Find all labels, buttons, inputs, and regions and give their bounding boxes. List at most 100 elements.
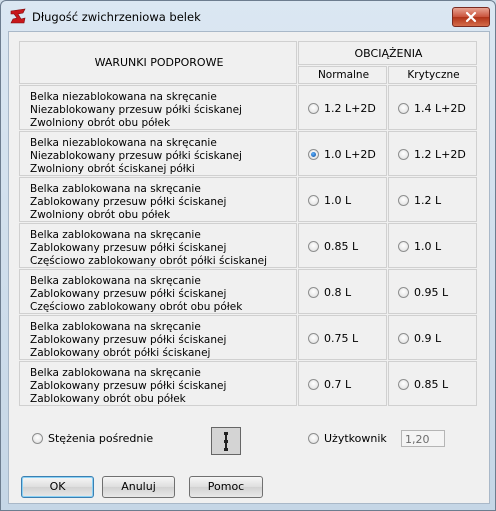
- condition-cell: Belka zablokowana na skręcanie Zablokowan…: [19, 315, 297, 360]
- normal-cell: 0.8 L: [298, 269, 387, 314]
- normal-radio[interactable]: [308, 195, 319, 206]
- condition-cell: Belka niezablokowana na skręcanie Niezabl…: [19, 131, 297, 176]
- critical-radio[interactable]: [398, 195, 409, 206]
- normal-radio[interactable]: [308, 287, 319, 298]
- condition-line: Belka zablokowana na skręcanie: [30, 321, 201, 333]
- normal-factor-label: 0.85 L: [324, 240, 359, 253]
- condition-line: Zwolniony obrót ściskanej półki: [30, 163, 195, 175]
- condition-line: Częściowo zablokowany obrót półki ściska…: [30, 255, 268, 267]
- condition-line: Zwolniony obrót obu półek: [30, 209, 171, 221]
- condition-line: Belka zablokowana na skręcanie: [30, 275, 201, 287]
- condition-line: Belka zablokowana na skręcanie: [30, 229, 201, 241]
- critical-cell: 1.0 L: [388, 223, 477, 268]
- critical-factor-label: 1.2 L: [414, 194, 442, 207]
- bracing-radio[interactable]: [32, 433, 43, 444]
- critical-radio[interactable]: [398, 287, 409, 298]
- condition-line: Zablokowany przesuw półki ściskanej: [30, 380, 227, 392]
- normal-radio[interactable]: [308, 379, 319, 390]
- support-header-cell: WARUNKI PODPOROWE: [19, 41, 297, 84]
- normal-column-header: Normalne: [317, 69, 370, 81]
- normal-cell: 1.2 L+2D: [298, 85, 387, 130]
- normal-factor-label: 1.0 L+2D: [324, 148, 376, 161]
- support-header: WARUNKI PODPOROWE: [94, 56, 224, 69]
- critical-factor-label: 0.9 L: [414, 332, 442, 345]
- load-header-cell: OBCIĄŻENIA: [298, 41, 477, 65]
- normal-cell: 1.0 L+2D: [298, 131, 387, 176]
- critical-factor-label: 1.0 L: [414, 240, 442, 253]
- condition-cell: Belka zablokowana na skręcanie Zablokowan…: [19, 223, 297, 268]
- dialog-client-area: WARUNKI PODPOROWE OBCIĄŻENIA Normalne Kr…: [8, 31, 490, 504]
- normal-cell: 0.7 L: [298, 361, 387, 406]
- condition-description: Belka zablokowana na skręcanie Zablokowan…: [30, 183, 226, 222]
- critical-factor-label: 0.95 L: [414, 286, 449, 299]
- critical-radio[interactable]: [398, 241, 409, 252]
- condition-line: Zablokowany przesuw półki ściskanej: [30, 242, 227, 254]
- help-button[interactable]: Pomoc: [189, 476, 263, 498]
- condition-line: Niezablokowany przesuw półki ściskanej: [30, 104, 242, 116]
- critical-factor-label: 0.85 L: [414, 378, 449, 391]
- condition-line: Zablokowany przesuw półki ściskanej: [30, 334, 227, 346]
- cancel-button[interactable]: Anuluj: [102, 476, 175, 498]
- condition-description: Belka zablokowana na skręcanie Zablokowan…: [30, 229, 267, 268]
- normal-cell: 1.0 L: [298, 177, 387, 222]
- condition-line: Częściowo zablokowany obrót obu półek: [30, 301, 243, 313]
- title-bar: Długość zwichrzeniowa belek: [1, 1, 495, 31]
- normal-radio[interactable]: [308, 241, 319, 252]
- condition-line: Zablokowany obrót obu półek: [30, 393, 186, 405]
- condition-line: Zwolniony obrót obu półek: [30, 117, 171, 129]
- ok-button[interactable]: OK: [21, 476, 94, 498]
- user-label: Użytkownik: [324, 432, 387, 445]
- app-logo-icon: [10, 8, 26, 24]
- normal-factor-label: 1.0 L: [324, 194, 352, 207]
- critical-factor-label: 1.4 L+2D: [414, 102, 466, 115]
- condition-cell: Belka niezablokowana na skręcanie Niezabl…: [19, 85, 297, 130]
- normal-radio[interactable]: [308, 103, 319, 114]
- condition-cell: Belka zablokowana na skręcanie Zablokowan…: [19, 361, 297, 406]
- normal-factor-label: 0.8 L: [324, 286, 352, 299]
- critical-cell: 1.2 L: [388, 177, 477, 222]
- condition-description: Belka zablokowana na skręcanie Zablokowan…: [30, 367, 226, 406]
- condition-line: Zablokowany przesuw półki ściskanej: [30, 196, 227, 208]
- normal-header-cell: Normalne: [298, 66, 387, 84]
- critical-cell: 0.85 L: [388, 361, 477, 406]
- close-button[interactable]: [452, 7, 490, 27]
- bracing-diagram-icon: [211, 427, 241, 455]
- user-radio[interactable]: [308, 433, 319, 444]
- critical-radio[interactable]: [398, 333, 409, 344]
- critical-factor-label: 1.2 L+2D: [414, 148, 466, 161]
- condition-line: Belka zablokowana na skręcanie: [30, 183, 201, 195]
- normal-radio[interactable]: [308, 333, 319, 344]
- bracing-label: Stężenia pośrednie: [48, 432, 154, 445]
- condition-line: Belka niezablokowana na skręcanie: [30, 91, 217, 103]
- critical-cell: 0.9 L: [388, 315, 477, 360]
- normal-cell: 0.85 L: [298, 223, 387, 268]
- condition-description: Belka zablokowana na skręcanie Zablokowan…: [30, 321, 226, 360]
- window-title: Długość zwichrzeniowa belek: [32, 10, 201, 24]
- critical-column-header: Krytyczne: [407, 69, 460, 81]
- close-icon: [465, 11, 477, 23]
- load-header: OBCIĄŻENIA: [354, 47, 423, 60]
- critical-cell: 0.95 L: [388, 269, 477, 314]
- condition-line: Niezablokowany przesuw półki ściskanej: [30, 150, 242, 162]
- condition-description: Belka zablokowana na skręcanie Zablokowan…: [30, 275, 242, 314]
- condition-line: Zablokowany przesuw półki ściskanej: [30, 288, 227, 300]
- critical-radio[interactable]: [398, 103, 409, 114]
- critical-radio[interactable]: [398, 379, 409, 390]
- user-value-input[interactable]: 1,20: [401, 430, 445, 447]
- condition-cell: Belka zablokowana na skręcanie Zablokowan…: [19, 177, 297, 222]
- condition-description: Belka niezablokowana na skręcanie Niezabl…: [30, 137, 242, 176]
- normal-cell: 0.75 L: [298, 315, 387, 360]
- normal-radio[interactable]: [308, 149, 319, 160]
- critical-cell: 1.4 L+2D: [388, 85, 477, 130]
- condition-line: Belka niezablokowana na skręcanie: [30, 137, 217, 149]
- dialog-window: Długość zwichrzeniowa belek WARUNKI PODP…: [0, 0, 496, 511]
- condition-description: Belka niezablokowana na skręcanie Niezabl…: [30, 91, 242, 130]
- critical-radio[interactable]: [398, 149, 409, 160]
- condition-line: Zablokowany obrót półki ściskanej: [30, 347, 211, 359]
- normal-factor-label: 0.7 L: [324, 378, 352, 391]
- critical-cell: 1.2 L+2D: [388, 131, 477, 176]
- critical-header-cell: Krytyczne: [388, 66, 477, 84]
- normal-factor-label: 1.2 L+2D: [324, 102, 376, 115]
- condition-line: Belka zablokowana na skręcanie: [30, 367, 201, 379]
- normal-factor-label: 0.75 L: [324, 332, 359, 345]
